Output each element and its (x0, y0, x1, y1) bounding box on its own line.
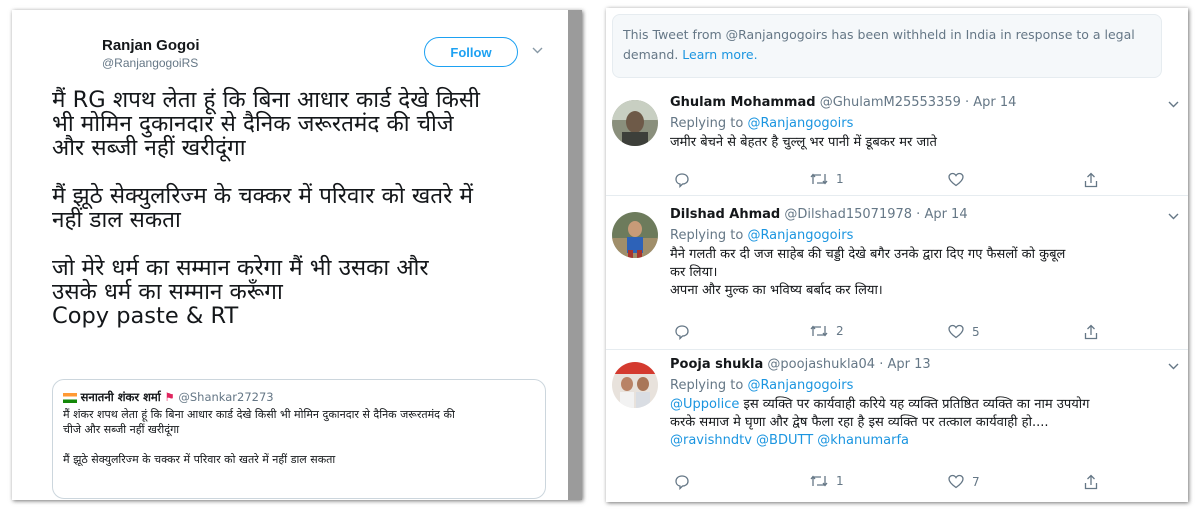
quote-text: मैं शंकर शपथ लेता हूं कि बिना आधार कार्ड… (63, 407, 535, 467)
action-bar: 2 5 (670, 324, 1100, 344)
retweet-button[interactable]: 1 (810, 172, 844, 186)
author-name[interactable]: Ranjan Gogoi (102, 37, 200, 54)
replying-to: Replying to @Ranjangogoirs (670, 228, 854, 243)
tweet-line: उसके धर्म का सम्मान करूँगा (52, 279, 283, 305)
quote-flag: ⚑ (164, 390, 175, 404)
follow-button[interactable]: Follow (424, 37, 518, 67)
like-button[interactable]: 5 (948, 324, 980, 339)
tweet-line: मैं RG शपथ लेता हूं कि बिना आधार कार्ड द… (52, 87, 480, 113)
like-icon (948, 474, 964, 489)
reply-author-handle[interactable]: @GhulamM25553359 (820, 95, 961, 110)
like-button[interactable]: 7 (948, 474, 980, 489)
reply-icon[interactable] (674, 324, 690, 340)
mention-links[interactable]: @ravishndtv @BDUTT @khanumarfa (670, 433, 909, 448)
quote-author-name[interactable]: सनातनी शंकर शर्मा (81, 390, 161, 404)
tweet-line: नहीं डाल सकता (52, 207, 181, 233)
tweet-text: मैं RG शपथ लेता हूं कि बिना आधार कार्ड द… (52, 88, 572, 328)
reply-line: अपना और मुल्क का भविष्य बर्बाद कर लिया। (670, 283, 883, 298)
retweet-count: 1 (836, 474, 844, 488)
chevron-down-icon[interactable] (532, 44, 543, 57)
retweet-count: 2 (836, 324, 844, 338)
retweet-icon (810, 325, 828, 337)
quote-line: मैं झूठे सेक्युलरिज्म के चक्कर में परिवा… (63, 453, 336, 466)
reply-author-handle[interactable]: @poojashukla04 (767, 357, 875, 372)
learn-more-link[interactable]: Learn more. (682, 47, 757, 62)
tweet-line: मैं झूठे सेक्युलरिज्म के चक्कर में परिवा… (52, 183, 473, 209)
avatar[interactable] (612, 212, 658, 258)
reply-line: @ravishndtv @BDUTT @khanumarfa (670, 432, 1180, 450)
reply-text: जमीर बेचने से बेहतर है चुल्लू भर पानी मे… (670, 134, 1180, 152)
avatar[interactable] (612, 362, 658, 408)
like-button[interactable] (948, 172, 972, 187)
reply-line: जमीर बेचने से बेहतर है चुल्लू भर पानी मे… (670, 135, 937, 150)
reply-author-name[interactable]: Ghulam Mohammad (670, 95, 816, 110)
chevron-down-icon[interactable] (1168, 98, 1179, 111)
tweet-line: और सब्जी नहीं खरीदूंगा (52, 135, 246, 161)
share-icon[interactable] (1084, 172, 1098, 188)
quote-header: सनातनी शंकर शर्मा ⚑ @Shankar27273 (63, 390, 535, 405)
replying-to-link[interactable]: @Ranjangogoirs (747, 228, 853, 243)
reply-date[interactable]: Apr 13 (887, 357, 930, 372)
replying-to-link[interactable]: @Ranjangogoirs (747, 378, 853, 393)
reply-line: करके समाज मे घृणा और द्वेष फैला रहा है इ… (670, 415, 1049, 430)
reply-text: @Uppolice इस व्यक्ति पर कार्यवाही करिये … (670, 396, 1180, 450)
reply-date[interactable]: Apr 14 (973, 95, 1016, 110)
reply-line: कर लिया। (670, 265, 718, 280)
reply-item[interactable]: Ghulam Mohammad @GhulamM25553359 · Apr 1… (606, 92, 1188, 196)
replying-to-link[interactable]: @Ranjangogoirs (747, 116, 853, 131)
mention-link[interactable]: @Uppolice (670, 397, 739, 412)
quote-line: चीजे और सब्जी नहीं खरीदूंगा (63, 423, 180, 436)
reply-author-name[interactable]: Pooja shukla (670, 357, 763, 372)
replies-panel: This Tweet from @Ranjangogoirs has been … (606, 8, 1188, 502)
author-handle[interactable]: @RanjangogoiRS (102, 56, 198, 70)
chevron-down-icon[interactable] (1168, 210, 1179, 223)
retweet-button[interactable]: 1 (810, 474, 844, 488)
quote-author-handle[interactable]: @Shankar27273 (178, 390, 273, 404)
scrollbar[interactable] (568, 10, 582, 500)
avatar[interactable] (612, 100, 658, 146)
reply-header: Dilshad Ahmad @Dilshad15071978 · Apr 14 (670, 207, 968, 222)
retweet-icon (810, 173, 828, 185)
share-icon[interactable] (1084, 474, 1098, 490)
reply-header: Pooja shukla @poojashukla04 · Apr 13 (670, 357, 931, 372)
share-icon[interactable] (1084, 324, 1098, 340)
reply-item[interactable]: Pooja shukla @poojashukla04 · Apr 13 Rep… (606, 354, 1188, 502)
like-count: 7 (972, 474, 980, 489)
tweet-line: Copy paste & RT (52, 303, 239, 329)
reply-icon[interactable] (674, 474, 690, 490)
reply-author-name[interactable]: Dilshad Ahmad (670, 207, 780, 222)
reply-line: @Uppolice इस व्यक्ति पर कार्यवाही करिये … (670, 397, 1090, 412)
like-icon (948, 324, 964, 339)
tweet-line: भी मोमिन दुकानदार से दैनिक जरूरतमंद की च… (52, 111, 454, 137)
replying-to: Replying to @Ranjangogoirs (670, 378, 854, 393)
reply-item[interactable]: Dilshad Ahmad @Dilshad15071978 · Apr 14 … (606, 204, 1188, 350)
quoted-tweet[interactable]: सनातनी शंकर शर्मा ⚑ @Shankar27273 मैं शं… (52, 379, 546, 499)
reply-text: मैने गलती कर दी जज साहेब की चड्डी देखे ब… (670, 246, 1180, 300)
withheld-notice: This Tweet from @Ranjangogoirs has been … (612, 14, 1162, 78)
flag-icon (63, 392, 77, 403)
replying-to: Replying to @Ranjangogoirs (670, 116, 854, 131)
reply-header: Ghulam Mohammad @GhulamM25553359 · Apr 1… (670, 95, 1017, 110)
quote-line: मैं शंकर शपथ लेता हूं कि बिना आधार कार्ड… (63, 408, 455, 421)
reply-icon[interactable] (674, 172, 690, 188)
like-icon (948, 172, 964, 187)
retweet-icon (810, 475, 828, 487)
tweet-panel: Ranjan Gogoi @RanjangogoiRS Follow मैं R… (12, 10, 582, 500)
retweet-count: 1 (836, 172, 844, 186)
action-bar: 1 (670, 172, 1100, 192)
action-bar: 1 7 (670, 474, 1100, 494)
reply-line: मैने गलती कर दी जज साहेब की चड्डी देखे ब… (670, 247, 1066, 262)
like-count: 5 (972, 324, 980, 339)
chevron-down-icon[interactable] (1168, 360, 1179, 373)
reply-date[interactable]: Apr 14 (924, 207, 967, 222)
reply-author-handle[interactable]: @Dilshad15071978 (784, 207, 912, 222)
tweet-line: जो मेरे धर्म का सम्मान करेगा मैं भी उसका… (52, 255, 429, 281)
retweet-button[interactable]: 2 (810, 324, 844, 338)
